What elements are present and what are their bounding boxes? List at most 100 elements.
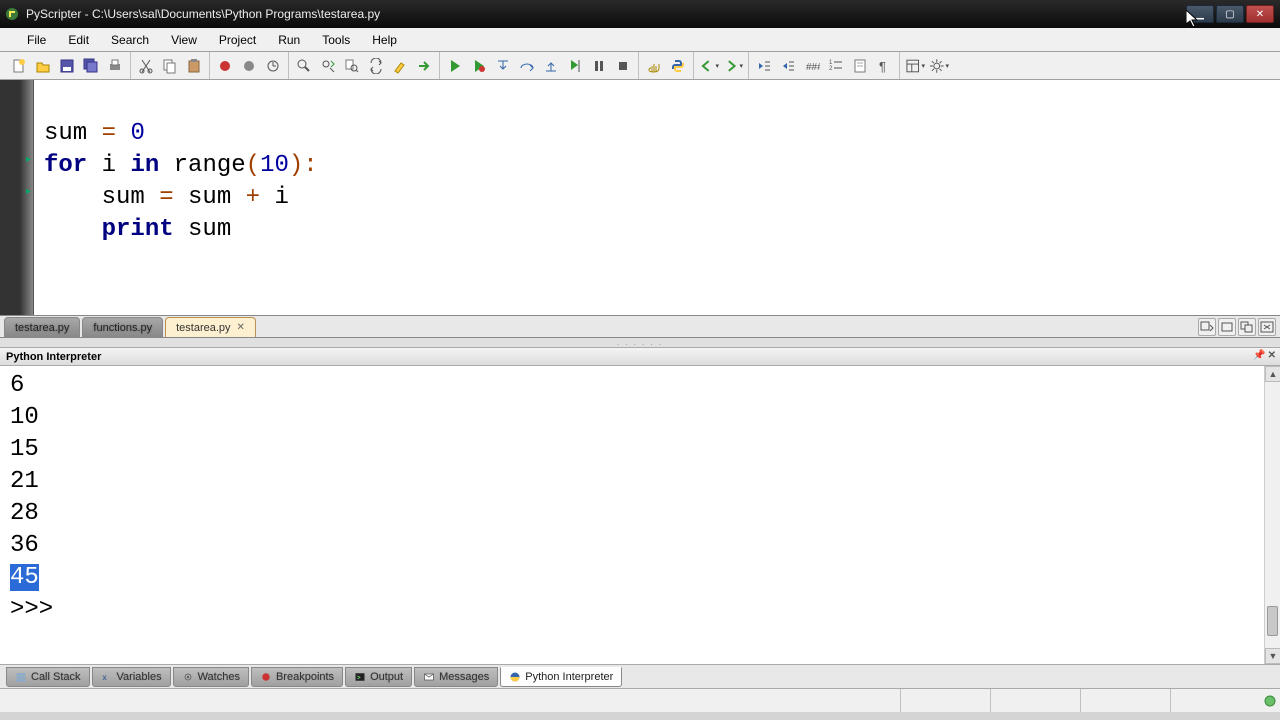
interpreter-panel-title: Python Interpreter 📌 ✕ — [0, 348, 1280, 366]
pin-icon[interactable]: 📌 — [1253, 350, 1265, 361]
highlight-button[interactable] — [389, 55, 411, 77]
pilcrow-button[interactable]: ¶ — [873, 55, 895, 77]
bottom-tab-label: Call Stack — [31, 671, 81, 683]
minimize-button[interactable]: ▁ — [1186, 5, 1214, 23]
window-title: PyScripter - C:\Users\sal\Documents\Pyth… — [26, 7, 1186, 21]
step-out-button[interactable] — [540, 55, 562, 77]
interpreter-output-line: 28 — [10, 498, 1270, 530]
cut-button[interactable] — [135, 55, 157, 77]
python-tool-button[interactable] — [667, 55, 689, 77]
step-into-button[interactable] — [492, 55, 514, 77]
menu-help[interactable]: Help — [361, 28, 408, 51]
app-icon — [4, 6, 20, 22]
bottom-tab-output[interactable]: >Output — [345, 667, 412, 687]
interpreter-panel[interactable]: 6101521283645>>> ▲ ▼ — [0, 366, 1280, 664]
status-indicator-icon — [1260, 689, 1280, 712]
tabbar-buttons — [1198, 318, 1276, 336]
interpreter-scrollbar[interactable]: ▲ ▼ — [1264, 366, 1280, 664]
bottom-tab-python-interpreter[interactable]: Python Interpreter — [500, 667, 622, 687]
scroll-down-icon[interactable]: ▼ — [1265, 648, 1280, 664]
interpreter-prompt: >>> — [10, 594, 1270, 626]
bottom-tab-call-stack[interactable]: Call Stack — [6, 667, 90, 687]
status-cell — [1170, 689, 1260, 712]
find-next-button[interactable] — [317, 55, 339, 77]
splitter-handle[interactable]: . . . . . . — [0, 338, 1280, 348]
file-tab[interactable]: testarea.py✕ — [165, 317, 256, 337]
file-tabbar: testarea.pyfunctions.pytestarea.py✕ — [0, 316, 1280, 338]
menu-run[interactable]: Run — [267, 28, 311, 51]
close-button[interactable]: ✕ — [1246, 5, 1274, 23]
titlebar: PyScripter - C:\Users\sal\Documents\Pyth… — [0, 0, 1280, 28]
run-to-cursor-button[interactable] — [564, 55, 586, 77]
menu-file[interactable]: File — [16, 28, 57, 51]
save-file-button[interactable] — [56, 55, 78, 77]
file-tab[interactable]: functions.py — [82, 317, 163, 337]
find-button[interactable] — [293, 55, 315, 77]
interpreter-output-line: 10 — [10, 402, 1270, 434]
svg-text:###: ### — [806, 62, 820, 73]
nav-back-button[interactable] — [698, 55, 720, 77]
options-button[interactable] — [928, 55, 950, 77]
copy-button[interactable] — [159, 55, 181, 77]
status-cell — [900, 689, 990, 712]
bottom-tab-label: Watches — [198, 671, 240, 683]
maximize-button[interactable]: ▢ — [1216, 5, 1244, 23]
bottom-tab-label: Variables — [117, 671, 162, 683]
toolbar: ### 12 ¶ — [0, 52, 1280, 80]
fold-marker-icon[interactable]: ▸ — [26, 186, 31, 197]
debug-button[interactable] — [468, 55, 490, 77]
menu-project[interactable]: Project — [208, 28, 267, 51]
numbered-list-button[interactable]: 12 — [825, 55, 847, 77]
clear-breakpoints-button[interactable] — [238, 55, 260, 77]
nav-forward-button[interactable] — [722, 55, 744, 77]
stop-button[interactable] — [612, 55, 634, 77]
close-icon[interactable]: ✕ — [237, 322, 245, 333]
toggle-breakpoint-button[interactable] — [214, 55, 236, 77]
panel-close-icon[interactable]: ✕ — [1268, 350, 1276, 361]
status-cell — [1080, 689, 1170, 712]
svg-text:¶: ¶ — [879, 59, 886, 74]
menu-view[interactable]: View — [160, 28, 208, 51]
fold-marker-icon[interactable]: ▸ — [26, 154, 31, 165]
bottom-tab-watches[interactable]: Watches — [173, 667, 249, 687]
menu-search[interactable]: Search — [100, 28, 160, 51]
new-file-button[interactable] — [8, 55, 30, 77]
scroll-thumb[interactable] — [1267, 606, 1278, 636]
tab-close-button[interactable] — [1258, 318, 1276, 336]
watch-button[interactable] — [262, 55, 284, 77]
interpreter-output-line: 45 — [10, 562, 1270, 594]
code-content[interactable]: sum = 0 for i in range(10): sum = sum + … — [34, 80, 328, 315]
menubar: FileEditSearchViewProjectRunToolsHelp — [0, 28, 1280, 52]
svg-text:x: x — [102, 673, 107, 682]
code-editor[interactable]: ▸ ▸ sum = 0 for i in range(10): sum = su… — [0, 80, 1280, 316]
find-in-files-button[interactable] — [341, 55, 363, 77]
status-cell — [990, 689, 1080, 712]
tab-prev-button[interactable] — [1218, 318, 1236, 336]
run-button[interactable] — [444, 55, 466, 77]
document-button[interactable] — [849, 55, 871, 77]
replace-button[interactable] — [365, 55, 387, 77]
goto-button[interactable] — [413, 55, 435, 77]
hand-tool-button[interactable] — [643, 55, 665, 77]
scroll-up-icon[interactable]: ▲ — [1265, 366, 1280, 382]
bottom-tab-variables[interactable]: x Variables — [92, 667, 171, 687]
menu-edit[interactable]: Edit — [57, 28, 100, 51]
file-tab[interactable]: testarea.py — [4, 317, 80, 337]
paste-button[interactable] — [183, 55, 205, 77]
step-over-button[interactable] — [516, 55, 538, 77]
tab-next-button[interactable] — [1238, 318, 1256, 336]
bottom-tab-messages[interactable]: Messages — [414, 667, 498, 687]
print-button[interactable] — [104, 55, 126, 77]
bottom-tab-breakpoints[interactable]: Breakpoints — [251, 667, 343, 687]
save-all-button[interactable] — [80, 55, 102, 77]
bottom-tabbar: Call Stack x Variables Watches Breakpoints>O… — [0, 664, 1280, 688]
toggle-comment-button[interactable]: ### — [801, 55, 823, 77]
indent-button[interactable] — [777, 55, 799, 77]
menu-tools[interactable]: Tools — [311, 28, 361, 51]
tab-list-button[interactable] — [1198, 318, 1216, 336]
pause-button[interactable] — [588, 55, 610, 77]
layout-button[interactable] — [904, 55, 926, 77]
dedent-button[interactable] — [753, 55, 775, 77]
open-file-button[interactable] — [32, 55, 54, 77]
interpreter-content[interactable]: 6101521283645>>> — [0, 366, 1280, 630]
